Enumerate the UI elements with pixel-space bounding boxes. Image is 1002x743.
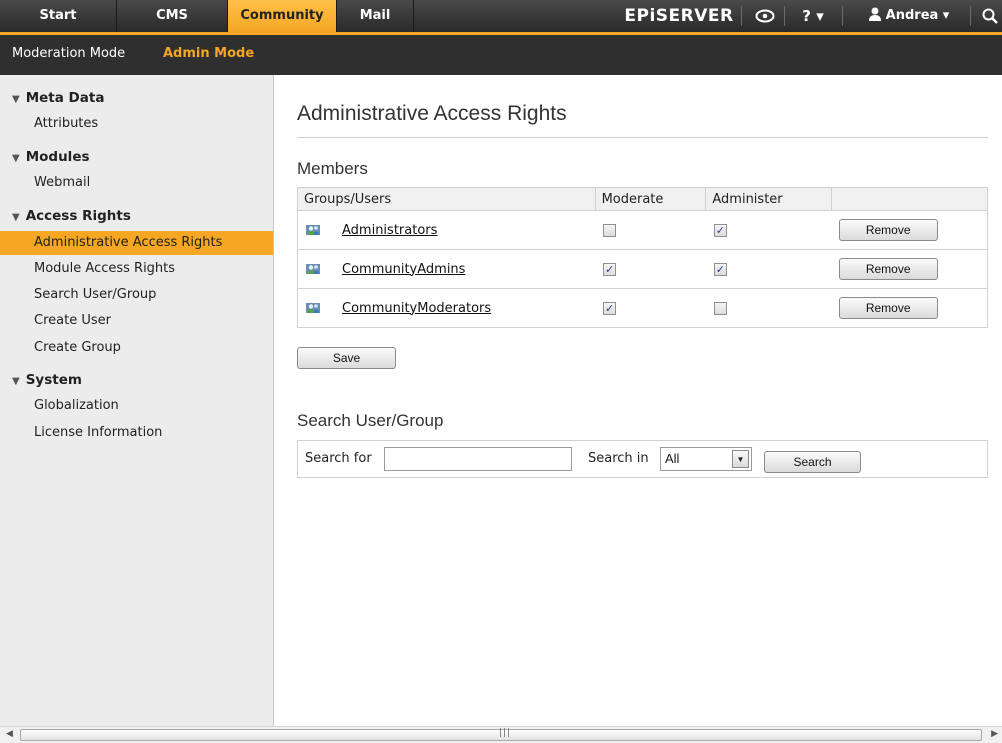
sidebar-group-access-rights[interactable]: ▼ Access Rights bbox=[12, 208, 131, 224]
search-button[interactable]: Search bbox=[764, 451, 861, 473]
collapse-triangle-icon: ▼ bbox=[12, 212, 20, 223]
scrollbar-grip-icon: ||| bbox=[499, 728, 512, 738]
search-in-selected-value: All bbox=[665, 451, 680, 466]
dropdown-arrow-icon[interactable]: ▼ bbox=[732, 450, 749, 468]
episerver-logo: EPiSERVER bbox=[624, 6, 734, 26]
mode-bar: Moderation Mode Admin Mode bbox=[0, 35, 1002, 75]
view-eye-icon[interactable] bbox=[748, 0, 782, 32]
sidebar: ▼ Meta Data Attributes ▼ Modules Webmail ▼… bbox=[0, 75, 274, 726]
sidebar-group-label: System bbox=[25, 372, 82, 388]
group-cell: Administrators bbox=[297, 210, 596, 250]
horizontal-scrollbar[interactable]: ◀ ||| ▶ bbox=[0, 726, 1002, 743]
scroll-left-arrow-icon[interactable]: ◀ bbox=[6, 729, 13, 739]
column-header-administer: Administer bbox=[705, 187, 833, 211]
members-table: Groups/Users Moderate Administer Adminis… bbox=[297, 187, 988, 328]
table-row: CommunityAdmins ✓ ✓ Remove bbox=[297, 249, 988, 289]
moderate-cell: ✓ bbox=[595, 288, 706, 328]
moderate-cell: ✓ bbox=[595, 249, 706, 289]
moderate-checkbox[interactable] bbox=[603, 223, 617, 237]
sidebar-group-modules[interactable]: ▼ Modules bbox=[12, 149, 90, 165]
title-divider bbox=[297, 137, 988, 138]
moderate-cell bbox=[595, 210, 706, 250]
tab-cms[interactable]: CMS bbox=[117, 0, 228, 32]
group-users-icon bbox=[306, 264, 320, 274]
group-link[interactable]: CommunityAdmins bbox=[342, 262, 465, 277]
main-content: Administrative Access Rights Members Gro… bbox=[275, 75, 1002, 726]
remove-button[interactable]: Remove bbox=[838, 219, 938, 241]
table-row: Administrators ✓ Remove bbox=[297, 210, 988, 250]
save-button[interactable]: Save bbox=[297, 347, 396, 369]
divider bbox=[741, 6, 742, 26]
group-users-icon bbox=[306, 303, 320, 313]
user-menu-button[interactable]: Andrea ▾ bbox=[853, 0, 965, 32]
group-users-icon bbox=[306, 225, 320, 235]
user-name: Andrea ▾ bbox=[885, 8, 950, 23]
collapse-triangle-icon: ▼ bbox=[12, 94, 20, 105]
sidebar-group-label: Access Rights bbox=[25, 208, 131, 224]
sidebar-item-create-user[interactable]: Create User bbox=[0, 309, 273, 333]
scroll-right-arrow-icon[interactable]: ▶ bbox=[991, 729, 998, 739]
sidebar-item-license-information[interactable]: License Information bbox=[0, 421, 273, 445]
column-header-actions bbox=[831, 187, 988, 211]
search-user-group-heading: Search User/Group bbox=[297, 411, 444, 430]
divider bbox=[784, 6, 785, 26]
search-icon[interactable] bbox=[978, 0, 1002, 32]
group-link[interactable]: Administrators bbox=[342, 223, 437, 238]
sidebar-item-search-user-group[interactable]: Search User/Group bbox=[0, 283, 273, 307]
administer-checkbox[interactable]: ✓ bbox=[713, 262, 727, 276]
sidebar-group-label: Modules bbox=[25, 149, 90, 165]
column-header-groups-users: Groups/Users bbox=[297, 187, 596, 211]
administer-cell: ✓ bbox=[705, 249, 832, 289]
members-heading: Members bbox=[297, 159, 368, 178]
user-icon bbox=[868, 7, 881, 21]
administer-cell bbox=[705, 288, 832, 328]
sidebar-item-administrative-access-rights[interactable]: Administrative Access Rights bbox=[0, 231, 273, 255]
search-for-input[interactable] bbox=[384, 447, 572, 471]
help-menu-button[interactable]: ? ▾ bbox=[788, 0, 838, 32]
sidebar-group-meta-data[interactable]: ▼ Meta Data bbox=[12, 90, 104, 106]
collapse-triangle-icon: ▼ bbox=[12, 376, 20, 387]
sidebar-item-webmail[interactable]: Webmail bbox=[0, 171, 273, 195]
moderate-checkbox[interactable]: ✓ bbox=[603, 262, 617, 276]
search-panel: Search for Search in All ▼ Search bbox=[297, 440, 988, 478]
sidebar-item-create-group[interactable]: Create Group bbox=[0, 336, 273, 360]
administer-cell: ✓ bbox=[705, 210, 832, 250]
scrollbar-thumb[interactable]: ||| bbox=[20, 728, 982, 741]
table-row: CommunityModerators ✓ Remove bbox=[297, 288, 988, 328]
search-in-select[interactable]: All ▼ bbox=[660, 447, 752, 471]
sidebar-group-label: Meta Data bbox=[25, 90, 105, 106]
page-title: Administrative Access Rights bbox=[297, 102, 567, 125]
top-navigation-bar: Start CMS Community Mail EPiSERVER ? ▾ A… bbox=[0, 0, 1002, 35]
collapse-triangle-icon: ▼ bbox=[12, 153, 20, 164]
tab-start[interactable]: Start bbox=[0, 0, 117, 32]
column-header-moderate: Moderate bbox=[594, 187, 707, 211]
administer-checkbox[interactable] bbox=[713, 301, 727, 315]
search-in-label: Search in bbox=[588, 451, 649, 466]
sidebar-group-system[interactable]: ▼ System bbox=[12, 372, 82, 388]
group-cell: CommunityAdmins bbox=[297, 249, 596, 289]
sidebar-item-attributes[interactable]: Attributes bbox=[0, 112, 273, 136]
administer-checkbox[interactable]: ✓ bbox=[713, 223, 727, 237]
moderate-checkbox[interactable]: ✓ bbox=[603, 301, 617, 315]
remove-button[interactable]: Remove bbox=[838, 258, 938, 280]
divider bbox=[970, 6, 971, 26]
admin-mode-link[interactable]: Admin Mode bbox=[163, 35, 254, 75]
group-link[interactable]: CommunityModerators bbox=[342, 301, 491, 316]
moderation-mode-link[interactable]: Moderation Mode bbox=[12, 35, 125, 75]
divider bbox=[842, 6, 843, 26]
group-cell: CommunityModerators bbox=[297, 288, 596, 328]
action-cell: Remove bbox=[831, 210, 988, 250]
action-cell: Remove bbox=[831, 249, 988, 289]
remove-button[interactable]: Remove bbox=[838, 297, 938, 319]
search-for-label: Search for bbox=[305, 451, 372, 466]
sidebar-item-module-access-rights[interactable]: Module Access Rights bbox=[0, 257, 273, 281]
tab-mail[interactable]: Mail bbox=[337, 0, 414, 32]
sidebar-item-globalization[interactable]: Globalization bbox=[0, 394, 273, 418]
tab-community[interactable]: Community bbox=[228, 0, 337, 32]
action-cell: Remove bbox=[831, 288, 988, 328]
